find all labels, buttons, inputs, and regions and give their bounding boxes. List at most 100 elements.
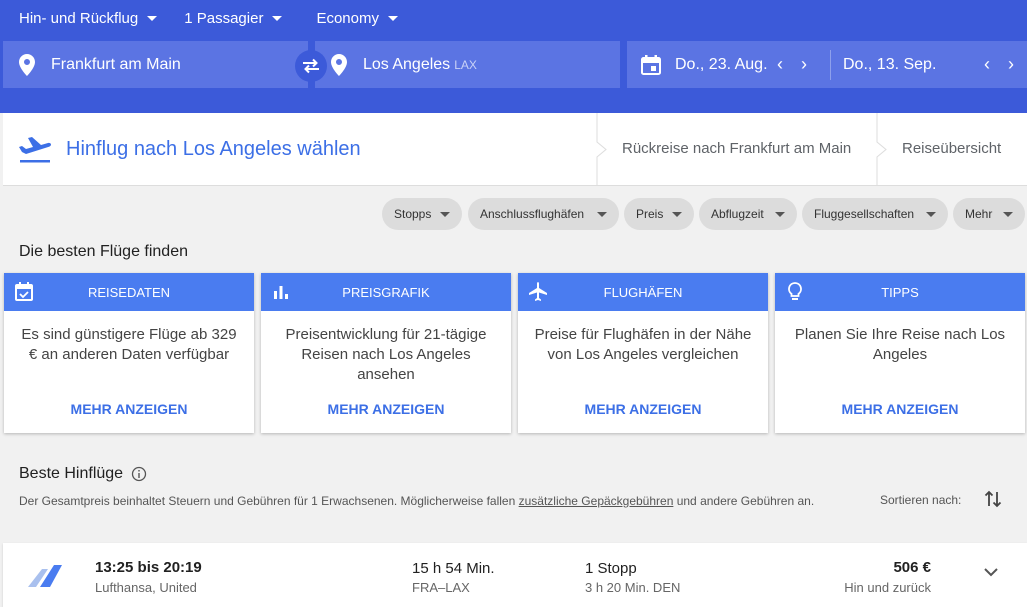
- step-summary[interactable]: Reiseübersicht: [902, 140, 1001, 157]
- chevron-right-icon[interactable]: ›: [792, 54, 816, 75]
- flight-row[interactable]: 13:25 bis 20:19 Lufthansa, United 15 h 5…: [3, 543, 1027, 607]
- chevron-left-icon[interactable]: ‹: [768, 54, 792, 75]
- bar-chart-icon: [274, 286, 288, 299]
- step-return[interactable]: Rückreise nach Frankfurt am Main: [622, 140, 851, 157]
- depart-date-value: Do., 23. Aug.: [675, 55, 768, 73]
- sort-label: Sortieren nach:: [880, 493, 962, 507]
- chevron-left-icon[interactable]: ‹: [975, 54, 999, 75]
- trip-type-label: Hin- und Rückflug: [19, 9, 139, 27]
- airline-logo-icon: [28, 565, 62, 587]
- caret-down-icon: [440, 212, 450, 217]
- origin-value: Frankfurt am Main: [51, 55, 181, 73]
- return-date-value: Do., 13. Sep.: [843, 55, 937, 73]
- baggage-fees-link[interactable]: zusätzliche Gepäckgebühren: [519, 494, 674, 508]
- card-title: REISEDATEN: [87, 284, 171, 300]
- passengers-dropdown[interactable]: 1 Passagier: [184, 9, 283, 27]
- step-outbound-title: Hinflug nach Los Angeles wählen: [66, 138, 361, 160]
- cabin-class-dropdown[interactable]: Economy: [316, 10, 398, 27]
- card-text: Es sind günstigere Flüge ab 329 € an and…: [21, 326, 237, 363]
- location-pin-icon: [19, 53, 35, 76]
- caret-down-icon: [147, 15, 158, 21]
- show-more-link[interactable]: MEHR ANZEIGEN: [775, 401, 1025, 417]
- insight-card-price-graph: PREISGRAFIK Preisentwicklung für 21-tägi…: [261, 273, 511, 433]
- caret-down-icon: [387, 15, 398, 21]
- show-more-link[interactable]: MEHR ANZEIGEN: [518, 401, 768, 417]
- cabin-class-label: Economy: [316, 9, 379, 27]
- filter-connecting-airports[interactable]: Anschlussflughäfen: [468, 198, 619, 230]
- step-outbound: Hinflug nach Los Angeles wählen: [3, 113, 361, 186]
- flight-price-type: Hin und zurück: [844, 580, 931, 595]
- filter-label: Anschlussflughäfen: [480, 207, 585, 221]
- caret-down-icon: [775, 212, 785, 217]
- destination-value: Los Angeles: [363, 55, 451, 73]
- caret-down-icon: [272, 15, 283, 21]
- card-header: PREISGRAFIK: [261, 273, 511, 311]
- swap-arrows-icon: [303, 58, 319, 74]
- insights-title: Die besten Flüge finden: [19, 243, 188, 260]
- lightbulb-icon: [788, 282, 802, 300]
- caret-down-icon: [597, 212, 607, 217]
- results-title: Beste Hinflüge: [19, 465, 147, 483]
- insight-card-dates: REISEDATEN Es sind günstigere Flüge ab 3…: [4, 273, 254, 433]
- caret-down-icon: [672, 212, 682, 217]
- card-title: TIPPS: [881, 284, 919, 300]
- card-header: FLUGHÄFEN: [518, 273, 768, 311]
- destination-field[interactable]: Los Angeles LAX: [315, 41, 620, 88]
- destination-code: LAX: [454, 57, 477, 72]
- flight-times: 13:25 bis 20:19: [95, 559, 202, 576]
- card-header: TIPPS: [775, 273, 1025, 311]
- depart-date-picker[interactable]: Do., 23. Aug. ‹ ›: [627, 41, 816, 88]
- swap-locations-button[interactable]: [295, 50, 327, 82]
- filter-airlines[interactable]: Fluggesellschaften: [802, 198, 948, 230]
- caret-down-icon: [926, 212, 936, 217]
- flight-stops: 1 Stopp: [585, 560, 637, 577]
- filter-label: Fluggesellschaften: [814, 207, 915, 221]
- calendar-icon: [15, 282, 33, 301]
- trip-type-dropdown[interactable]: Hin- und Rückflug: [19, 9, 158, 27]
- filter-more[interactable]: Mehr: [953, 198, 1025, 230]
- caret-down-icon: [1003, 212, 1013, 217]
- sort-icon[interactable]: [984, 489, 1002, 509]
- search-header: Hin- und Rückflug 1 Passagier Economy Fr…: [0, 0, 1027, 113]
- filter-departure-time[interactable]: Abflugzeit: [699, 198, 797, 230]
- return-date-picker[interactable]: Do., 13. Sep. ‹ ›: [843, 41, 1023, 88]
- flight-airlines: Lufthansa, United: [95, 580, 197, 595]
- origin-field[interactable]: Frankfurt am Main: [3, 41, 308, 88]
- card-text: Preisentwicklung für 21-tägige Reisen na…: [285, 326, 487, 383]
- price-note-text: Der Gesamtpreis beinhaltet Steuern und G…: [19, 494, 519, 508]
- insight-card-airports: FLUGHÄFEN Preise für Flughäfen in der Nä…: [518, 273, 768, 433]
- chevron-right-icon[interactable]: ›: [999, 54, 1023, 75]
- step-divider: [876, 113, 887, 186]
- flight-price: 506 €: [893, 559, 931, 576]
- location-pin-icon: [331, 53, 347, 76]
- filter-label: Abflugzeit: [711, 207, 764, 221]
- flight-takeoff-icon: [19, 136, 51, 162]
- card-text: Preise für Flughäfen in der Nähe von Los…: [534, 326, 752, 363]
- filter-price[interactable]: Preis: [624, 198, 694, 230]
- filter-label: Mehr: [965, 207, 993, 221]
- info-icon[interactable]: [131, 466, 147, 482]
- show-more-link[interactable]: MEHR ANZEIGEN: [4, 401, 254, 417]
- step-divider: [596, 113, 607, 186]
- price-note-text-end: und andere Gebühren an.: [673, 494, 815, 508]
- filter-stops[interactable]: Stopps: [382, 198, 462, 230]
- flight-route: FRA–LAX: [412, 580, 470, 595]
- airplane-icon: [529, 282, 547, 301]
- trip-options: Hin- und Rückflug 1 Passagier Economy: [0, 0, 400, 36]
- booking-steps: Hinflug nach Los Angeles wählen Rückreis…: [3, 113, 1027, 186]
- chevron-down-icon[interactable]: [983, 567, 999, 577]
- calendar-icon: [641, 54, 661, 75]
- show-more-link[interactable]: MEHR ANZEIGEN: [261, 401, 511, 417]
- card-text: Planen Sie Ihre Reise nach Los Angeles: [794, 326, 1006, 363]
- card-header: REISEDATEN: [4, 273, 254, 311]
- dates-field: Do., 23. Aug. ‹ › Do., 13. Sep. ‹ ›: [627, 41, 1027, 88]
- insight-card-tips: TIPPS Planen Sie Ihre Reise nach Los Ang…: [775, 273, 1025, 433]
- flight-duration: 15 h 54 Min.: [412, 560, 495, 577]
- filter-label: Stopps: [394, 207, 432, 221]
- filter-label: Preis: [636, 207, 664, 221]
- results-title-text: Beste Hinflüge: [19, 465, 124, 482]
- card-title: FLUGHÄFEN: [603, 284, 683, 300]
- date-divider: [830, 49, 831, 80]
- passengers-label: 1 Passagier: [184, 9, 264, 27]
- price-note: Der Gesamtpreis beinhaltet Steuern und G…: [19, 492, 819, 510]
